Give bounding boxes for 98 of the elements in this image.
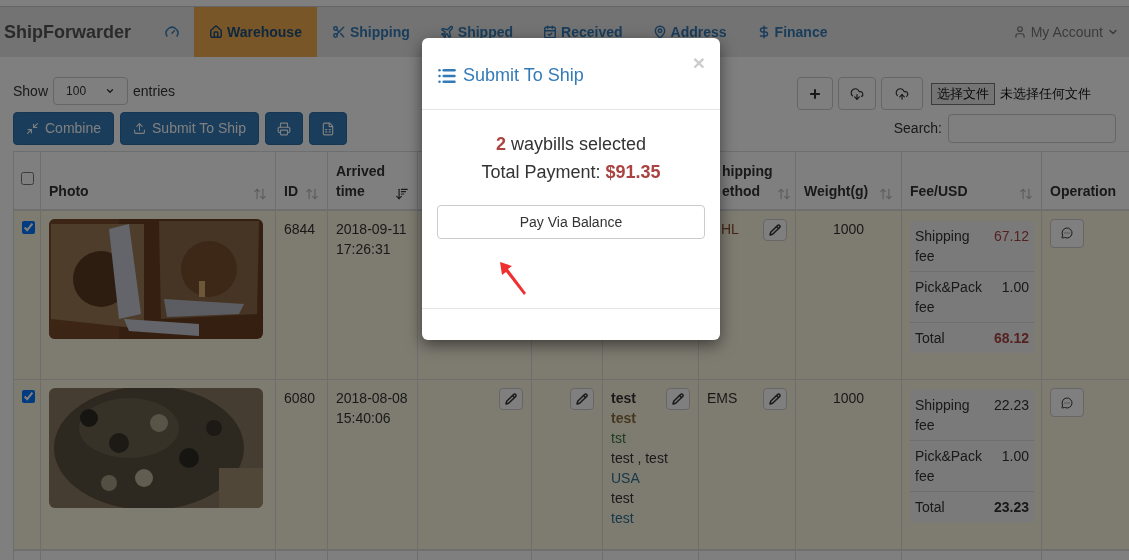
printer-icon (276, 121, 291, 136)
pencil-icon (576, 393, 588, 405)
fee-value: 1.00 (1001, 277, 1029, 297)
nav-tab[interactable]: Shipped (424, 7, 529, 57)
sort-icon[interactable] (1019, 186, 1033, 201)
search-label: Search: (893, 119, 942, 138)
address-line: test (611, 409, 637, 428)
comment-button[interactable] (1050, 388, 1084, 417)
total-label: Total (915, 498, 945, 517)
address-line: test , test (611, 449, 666, 468)
show-label: Show (13, 81, 49, 101)
address-line: test (611, 509, 635, 528)
address-line: test (611, 389, 637, 408)
upload-icon (133, 122, 147, 135)
submit-button[interactable]: Submit To Ship (120, 112, 259, 145)
plane-icon (439, 25, 454, 39)
total-value: 23.23 (993, 498, 1029, 517)
scissors-icon (331, 25, 346, 39)
column-header: hipping ethod (722, 161, 773, 201)
fee-label: Pick&Pack fee (915, 277, 983, 317)
nav-tab[interactable]: Warehouse (194, 7, 317, 57)
arrived-time-cell-text: 2018-09-11 17:26:31 (336, 219, 408, 259)
search-field[interactable] (948, 114, 1116, 143)
pencil-icon (769, 223, 781, 236)
comment-button[interactable] (1050, 218, 1084, 248)
gauge-icon (165, 25, 179, 39)
fee-label: Shipping fee (915, 396, 971, 435)
address-line: tst (611, 429, 627, 448)
user-icon (1012, 25, 1027, 39)
column-header: Arrived time (336, 161, 387, 201)
id-cell: 6080 (284, 390, 316, 406)
fee-value: 1.00 (1001, 447, 1029, 466)
total-payment: Total Payment: $91.35 (480, 161, 662, 184)
arrived-time-cell-text: 2018-08-08 15:40:06 (336, 389, 409, 428)
cloud-upload-icon (895, 86, 909, 101)
sort-icon[interactable] (776, 186, 791, 201)
column-header: Weight(g) (804, 181, 869, 201)
edit-button[interactable] (499, 388, 523, 410)
cloud-download-icon (850, 86, 864, 101)
id-cell: 6844 (284, 220, 316, 237)
fee-label: Shipping fee (915, 226, 971, 266)
download-button[interactable] (838, 77, 876, 110)
edit-button[interactable] (570, 388, 594, 410)
edit-button[interactable] (763, 388, 787, 410)
plus-icon (808, 86, 822, 101)
address-line: USA (611, 469, 641, 488)
column-header: Operation (1050, 181, 1117, 201)
file-status: 未选择任何文件 (1000, 84, 1092, 103)
shipping-method: EMS (707, 389, 738, 408)
caret-icon (105, 86, 116, 96)
account-menu[interactable]: My Account (1012, 7, 1129, 57)
pencil-icon (769, 393, 781, 405)
nav-tab[interactable]: Shipping (316, 7, 425, 57)
nav-tab[interactable]: Finance (741, 7, 843, 57)
sort-icon[interactable] (305, 186, 319, 201)
row-checkbox[interactable] (22, 220, 35, 234)
sort-icon[interactable] (253, 186, 267, 201)
edit-button[interactable] (666, 388, 690, 410)
sort-descending-icon[interactable] (395, 186, 409, 201)
brand[interactable]: ShipForwarder (0, 7, 150, 57)
fee-label: Pick&Pack fee (915, 447, 983, 486)
entries-label: entries (133, 81, 176, 101)
nav-tab[interactable]: Received (528, 7, 638, 57)
weight-cell: 1000 (832, 390, 865, 406)
choose-file-button[interactable]: 选择文件 (931, 82, 995, 105)
edit-button[interactable] (763, 218, 787, 241)
compress-icon (26, 122, 39, 135)
add-button[interactable] (797, 77, 833, 110)
fee-value: 67.12 (993, 226, 1029, 246)
speech-bubble-icon (1061, 396, 1073, 409)
pay-button[interactable]: Pay Via Balance (437, 205, 705, 239)
spreadsheet-icon (320, 121, 335, 136)
select-all-checkbox[interactable] (20, 172, 34, 186)
weight-cell: 1000 (832, 220, 865, 237)
fee-value: 22.23 (993, 396, 1029, 415)
house-icon (209, 25, 223, 39)
export-button[interactable] (308, 112, 347, 145)
modal-title: Submit To Ship (463, 64, 584, 87)
upload-button[interactable] (881, 77, 923, 110)
row-checkbox[interactable] (22, 390, 35, 403)
sort-icon[interactable] (879, 186, 893, 201)
calendar-icon (543, 25, 558, 39)
selection-summary: 2 waybills selected (494, 133, 648, 156)
combine-button[interactable]: Combine (13, 112, 115, 145)
column-header: Photo (49, 181, 89, 201)
print-button[interactable] (264, 112, 303, 145)
pencil-icon (672, 393, 684, 405)
pencil-icon (505, 393, 517, 405)
address-line: test (611, 489, 635, 508)
entries-select[interactable]: 100 (53, 77, 129, 105)
shipping-method: HL (721, 219, 739, 239)
column-header: Fee/USD (910, 181, 968, 201)
column-header: ID (284, 181, 298, 201)
total-value: 68.12 (993, 328, 1029, 348)
speech-bubble-icon (1061, 227, 1073, 239)
total-label: Total (915, 328, 945, 348)
map-pin-icon (652, 25, 667, 39)
annotation-arrow (498, 260, 528, 296)
